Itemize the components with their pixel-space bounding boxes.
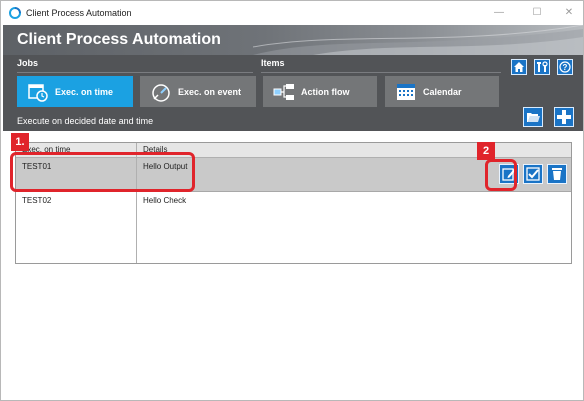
calendar-label: Calendar	[423, 86, 462, 97]
exec-on-event-button[interactable]: Exec. on event	[140, 76, 256, 107]
svg-text:?: ?	[563, 63, 568, 72]
table-row[interactable]: TEST02 Hello Check	[16, 192, 571, 225]
row-name: TEST02	[22, 196, 52, 205]
app-logo-icon	[9, 7, 21, 19]
title-bar: Client Process Automation — ☐ ✕	[1, 1, 583, 25]
callout-edit-highlight	[485, 159, 517, 191]
delete-icon	[552, 168, 562, 180]
items-divider	[261, 72, 501, 73]
check-icon	[526, 167, 540, 181]
callout-row-highlight	[10, 152, 195, 192]
view-description: Execute on decided date and time	[17, 116, 154, 126]
help-button[interactable]: ?	[557, 59, 573, 75]
event-gauge-icon	[150, 81, 172, 103]
window-title: Client Process Automation	[26, 8, 132, 18]
callout-number-2: 2	[477, 142, 495, 160]
callout-number-1: 1.	[11, 133, 29, 151]
action-flow-label: Action flow	[301, 86, 350, 97]
maximize-button[interactable]: ☐	[523, 5, 551, 21]
exec-on-time-button[interactable]: Exec. on time	[17, 76, 133, 107]
items-section-label: Items	[261, 58, 285, 68]
row-details: Hello Check	[143, 196, 187, 205]
minimize-button[interactable]: —	[485, 5, 513, 21]
add-button[interactable]	[554, 107, 574, 127]
tools-button[interactable]	[534, 59, 550, 75]
exec-on-time-label: Exec. on time	[55, 86, 114, 97]
open-folder-button[interactable]	[523, 107, 543, 127]
calendar-button[interactable]: Calendar	[385, 76, 499, 107]
app-banner: Client Process Automation	[3, 25, 583, 55]
action-flow-button[interactable]: Action flow	[263, 76, 377, 107]
action-flow-icon	[273, 81, 295, 103]
jobs-divider	[17, 72, 253, 73]
add-icon	[557, 110, 571, 124]
banner-decoration	[253, 25, 583, 55]
help-icon: ?	[559, 61, 571, 73]
banner-title: Client Process Automation	[17, 31, 221, 48]
home-icon	[514, 62, 524, 72]
jobs-section-label: Jobs	[17, 58, 39, 68]
exec-on-event-label: Exec. on event	[178, 86, 242, 97]
app-window: Client Process Automation — ☐ ✕ Client P…	[0, 0, 584, 401]
enable-check-button[interactable]	[523, 164, 543, 184]
calendar-clock-icon	[27, 81, 49, 103]
open-folder-icon	[526, 113, 540, 122]
close-button[interactable]: ✕	[555, 5, 583, 21]
calendar-icon	[395, 81, 417, 103]
home-button[interactable]	[511, 59, 527, 75]
delete-button[interactable]	[547, 164, 567, 184]
toolbar: Jobs Items ? Exec. on time Exec. on even…	[3, 55, 583, 131]
tools-icon	[537, 61, 548, 72]
